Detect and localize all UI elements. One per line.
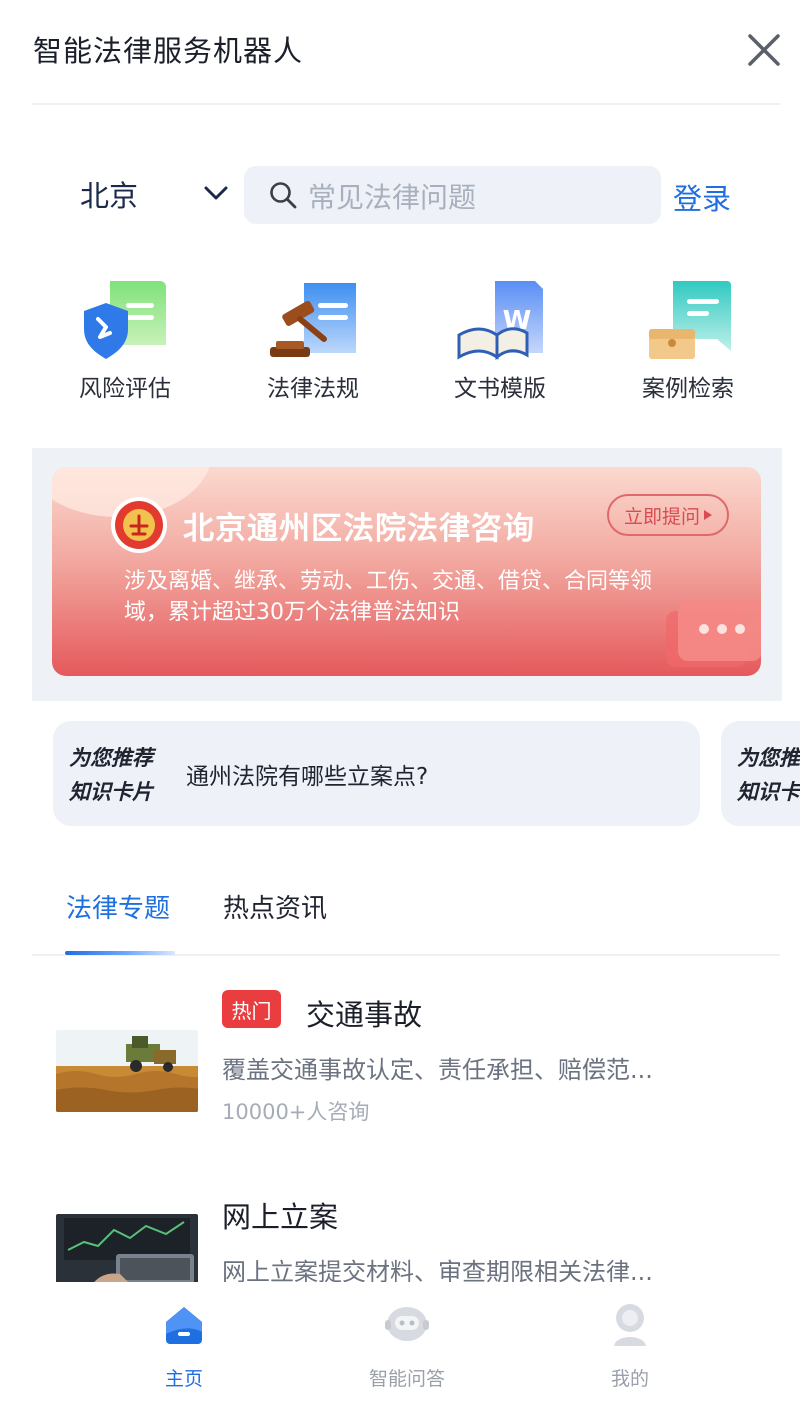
tab-legal-topics[interactable]: 法律专题 (66, 888, 170, 925)
folder-chat-icon (649, 281, 731, 359)
home-icon (166, 1307, 202, 1344)
knowledge-card-text: 通州法院有哪些立案点? (186, 764, 429, 790)
nav-label: 我的 (610, 1368, 649, 1390)
user-icon (614, 1304, 646, 1346)
harvester-field-thumbnail (56, 1030, 198, 1112)
quick-entry-label: 法律法规 (267, 376, 359, 402)
laptop-chart-thumbnail (56, 1214, 198, 1282)
topic-description: 网上立案提交材料、审查期限相关法律... (222, 1258, 653, 1282)
page-title: 智能法律服务机器人 (33, 34, 304, 68)
shield-document-icon (84, 281, 166, 359)
topic-title: 交通事故 (306, 998, 423, 1032)
knowledge-card-tag-line: 知识卡片 (69, 780, 153, 804)
nav-mine[interactable]: 我的 (568, 1302, 688, 1402)
knowledge-card-tag-line: 为您推荐 (69, 746, 153, 770)
ask-now-label: 立即提问 (623, 505, 700, 528)
topic-consult-count: 10000+人咨询 (222, 1100, 370, 1124)
nav-home[interactable]: 主页 (122, 1302, 242, 1402)
knowledge-card[interactable]: 为您推荐 知识卡片 通州法院有哪些立案点? (53, 721, 700, 826)
court-consult-banner[interactable]: 北京通州区法院法律咨询 立即提问 涉及离婚、继承、劳动、工伤、交通、借贷、合同等… (52, 467, 761, 676)
header: 智能法律服务机器人 (0, 0, 800, 105)
banner-section: 北京通州区法院法律咨询 立即提问 涉及离婚、继承、劳动、工伤、交通、借贷、合同等… (32, 448, 782, 701)
quick-entry-label: 文书模版 (454, 376, 546, 402)
ask-now-button[interactable]: 立即提问 (607, 494, 729, 536)
quick-entry-case-search[interactable]: 案例检索 (608, 275, 758, 410)
topic-description: 覆盖交通事故认定、责任承担、赔偿范... (222, 1056, 653, 1084)
tab-hot-news[interactable]: 热点资讯 (223, 888, 327, 925)
login-link[interactable]: 登录 (673, 176, 731, 218)
chevron-down-icon (204, 186, 228, 200)
list-item[interactable]: 网上立案 网上立案提交材料、审查期限相关法律... (0, 1192, 800, 1282)
quick-entry-label: 风险评估 (79, 376, 171, 402)
search-placeholder: 常见法律问题 (308, 181, 477, 214)
header-divider (32, 103, 780, 105)
list-item[interactable]: 热门 交通事故 覆盖交通事故认定、责任承担、赔偿范... 10000+人咨询 (0, 990, 800, 1160)
play-arrow-icon (704, 510, 712, 520)
close-icon (748, 34, 780, 66)
knowledge-card-tag: 为您推荐 知识卡片 (69, 741, 153, 809)
active-tab-indicator (65, 951, 175, 955)
court-emblem-icon (111, 497, 167, 553)
bottom-navigation: 主页 智能问答 我的 (0, 1282, 800, 1421)
knowledge-card-next[interactable]: 为您推荐 知识卡片 (721, 721, 800, 826)
nav-label: 智能问答 (368, 1368, 445, 1390)
banner-title: 北京通州区法院法律咨询 (183, 511, 535, 547)
knowledge-card-tag-line: 知识卡片 (737, 780, 800, 804)
quick-entries: 风险评估 法律法规 W 文书模版 案例检索 (0, 275, 800, 415)
banner-description: 涉及离婚、继承、劳动、工伤、交通、借贷、合同等领域，累计超过30万个法律普法知识 (124, 569, 653, 625)
city-selector[interactable]: 北京 (80, 174, 228, 214)
nav-label: 主页 (164, 1368, 203, 1390)
city-label: 北京 (80, 179, 139, 213)
quick-entry-laws[interactable]: 法律法规 (233, 275, 383, 410)
chat-bubble-icon (666, 601, 761, 667)
gavel-document-icon (270, 283, 356, 357)
topic-title: 网上立案 (222, 1200, 339, 1234)
close-button[interactable] (744, 30, 784, 70)
quick-entry-label: 案例检索 (642, 376, 734, 402)
robot-icon (385, 1307, 429, 1341)
knowledge-card-tag-line: 为您推荐 (737, 746, 800, 770)
nav-smart-qa[interactable]: 智能问答 (345, 1302, 465, 1402)
topic-tabs: 法律专题 热点资讯 (0, 880, 800, 956)
knowledge-card-tag: 为您推荐 知识卡片 (737, 741, 800, 809)
search-input[interactable]: 常见法律问题 (244, 166, 661, 224)
word-book-icon: W (457, 281, 543, 361)
hot-badge: 热门 (222, 990, 281, 1028)
quick-entry-risk-assessment[interactable]: 风险评估 (45, 275, 195, 410)
quick-entry-templates[interactable]: W 文书模版 (420, 275, 570, 410)
search-icon (270, 182, 297, 209)
